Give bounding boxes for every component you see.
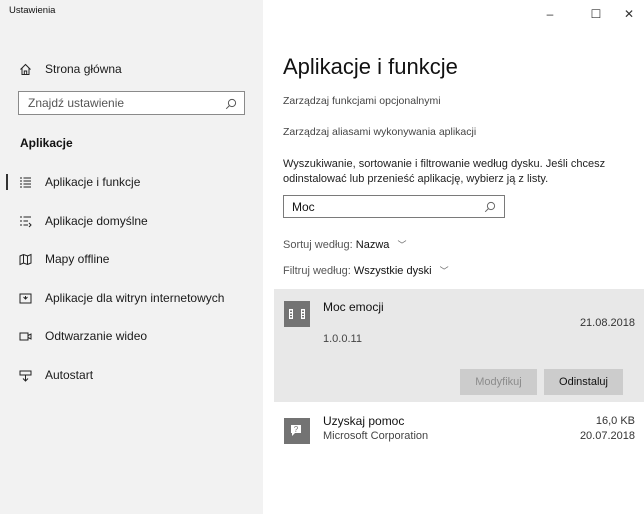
link-app-execution-aliases[interactable]: Zarządzaj aliasami wykonywania aplikacji [283, 126, 476, 138]
sidebar-item-video-playback[interactable]: Odtwarzanie wideo [0, 323, 263, 349]
sort-value: Nazwa [355, 239, 390, 251]
description-text: Wyszukiwanie, sortowanie i filtrowanie w… [283, 158, 606, 185]
sidebar-item-apps-features[interactable]: Aplikacje i funkcje [0, 169, 263, 195]
sidebar-item-web-apps[interactable]: Aplikacje dla witryn internetowych [0, 285, 263, 311]
list-item-selected[interactable]: Moc emocji 1.0.0.11 21.08.2018 Modyfikuj… [274, 289, 644, 402]
settings-search-input[interactable]: Znajdź ustawienie [18, 91, 245, 115]
close-button[interactable]: ✕ [619, 6, 639, 22]
app-search-input[interactable]: Moc [283, 195, 505, 218]
app-film-icon [284, 301, 310, 327]
minimize-button[interactable]: – [540, 6, 560, 22]
filter-label: Filtruj według: [283, 265, 351, 277]
sidebar-item-label: Odtwarzanie wideo [45, 329, 148, 343]
sidebar-item-startup[interactable]: Autostart [0, 362, 263, 388]
window-title: Ustawienia [9, 5, 56, 16]
app-name: Uzyskaj pomoc [323, 414, 405, 428]
app-date: 20.07.2018 [579, 430, 635, 442]
sidebar-item-default-apps[interactable]: Aplikacje domyślne [0, 208, 263, 234]
main-content: – ☐ ✕ Aplikacje i funkcje Zarządzaj funk… [263, 0, 644, 514]
sidebar-home-label: Strona główna [45, 62, 122, 76]
maximize-button[interactable]: ☐ [586, 6, 606, 22]
app-name: Moc emocji [323, 300, 384, 314]
video-icon [18, 329, 32, 343]
web-apps-icon [18, 291, 32, 305]
sidebar: Ustawienia Strona główna Znajdź ustawien… [0, 0, 263, 514]
page-title: Aplikacje i funkcje [283, 54, 458, 79]
uninstall-button[interactable]: Odinstaluj [544, 369, 623, 395]
sidebar-item-label: Aplikacje i funkcje [45, 175, 141, 189]
settings-window: Ustawienia Strona główna Znajdź ustawien… [0, 0, 644, 514]
app-publisher: Microsoft Corporation [323, 430, 429, 442]
svg-text:?: ? [294, 425, 299, 434]
sort-dropdown[interactable]: Sortuj według: Nazwa ﹀ [283, 238, 406, 251]
sort-label: Sortuj według: [283, 239, 353, 251]
apps-list-icon [18, 175, 32, 189]
chevron-down-icon: ﹀ [397, 240, 407, 250]
modify-button[interactable]: Modyfikuj [460, 369, 537, 395]
search-icon[interactable] [484, 200, 496, 218]
home-icon [18, 62, 32, 76]
settings-search-placeholder: Znajdź ustawienie [28, 96, 125, 110]
sidebar-section-title: Aplikacje [20, 136, 73, 150]
startup-icon [18, 368, 32, 382]
sidebar-item-label: Aplikacje domyślne [45, 214, 148, 228]
sidebar-item-home[interactable]: Strona główna [0, 56, 263, 82]
map-icon [18, 252, 32, 266]
app-version: 1.0.0.11 [323, 333, 362, 345]
active-indicator [6, 174, 8, 190]
sidebar-item-label: Aplikacje dla witryn internetowych [45, 291, 225, 305]
app-size: 16,0 KB [595, 415, 635, 427]
list-item[interactable]: ? Uzyskaj pomoc Microsoft Corporation 16… [274, 408, 644, 452]
filter-value: Wszystkie dyski [353, 265, 432, 277]
sidebar-item-label: Mapy offline [45, 252, 110, 266]
default-apps-icon [18, 214, 32, 228]
search-icon[interactable] [225, 97, 237, 115]
chevron-down-icon: ﹀ [439, 266, 449, 276]
link-optional-features[interactable]: Zarządzaj funkcjami opcjonalnymi [283, 95, 441, 107]
app-search-value: Moc [292, 200, 315, 214]
sidebar-item-offline-maps[interactable]: Mapy offline [0, 246, 263, 272]
filter-dropdown[interactable]: Filtruj według: Wszystkie dyski ﹀ [283, 264, 449, 277]
app-date: 21.08.2018 [579, 317, 635, 329]
sidebar-item-label: Autostart [45, 368, 94, 382]
help-icon: ? [284, 418, 310, 444]
